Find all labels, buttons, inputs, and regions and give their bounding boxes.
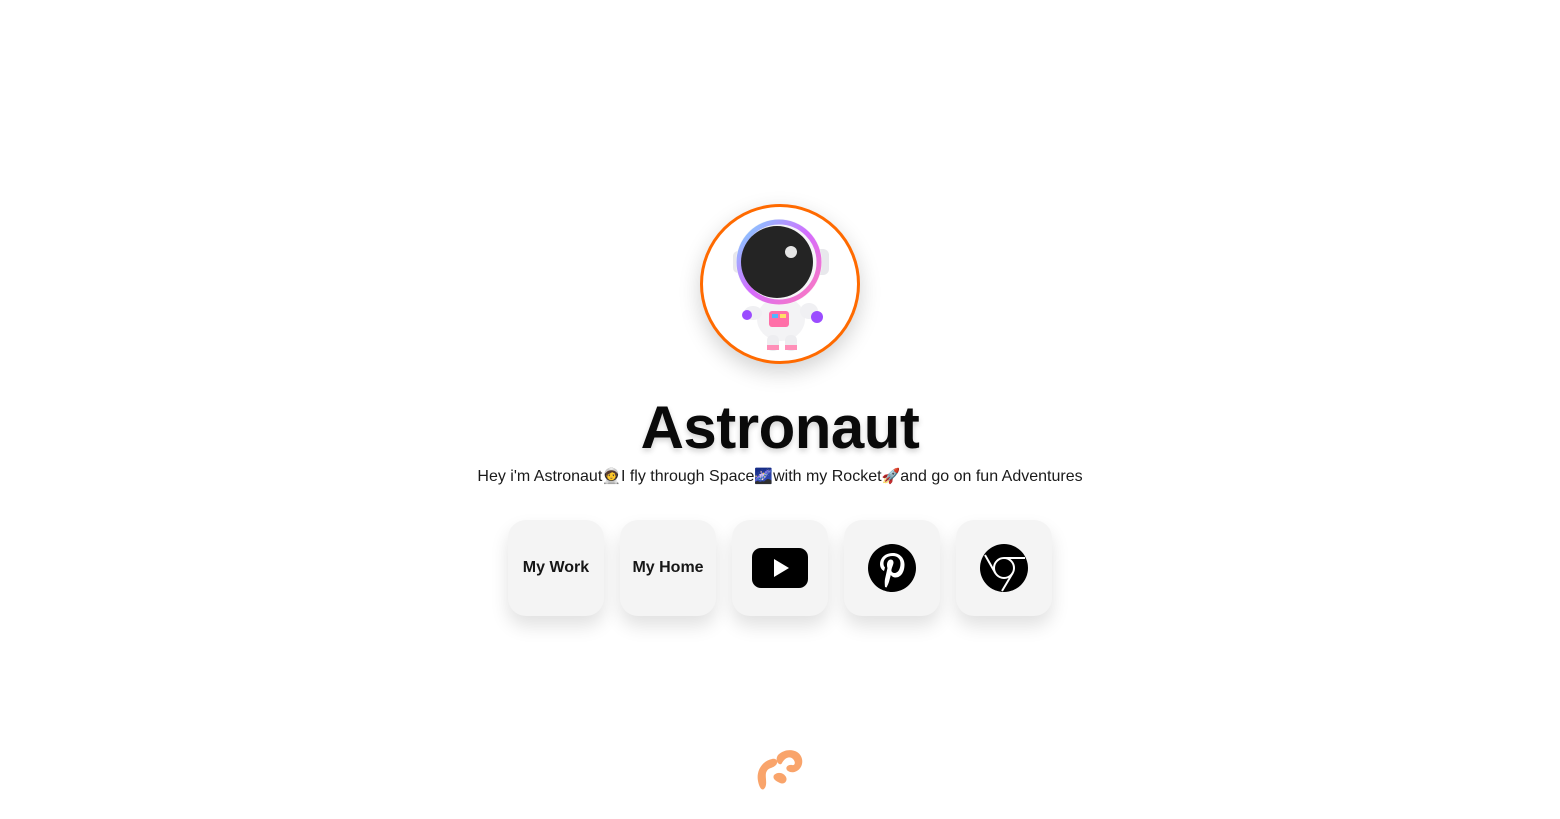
footer-logo[interactable] xyxy=(754,745,806,793)
youtube-button[interactable] xyxy=(732,520,828,616)
astronaut-avatar-icon xyxy=(733,219,829,351)
pinterest-icon xyxy=(868,544,916,592)
link-buttons: My Work My Home xyxy=(508,520,1052,616)
bio-text-1: Hey i'm Astronaut xyxy=(477,468,603,485)
brand-logo-icon xyxy=(757,750,803,790)
bio-text-2: I fly through Space xyxy=(620,468,755,485)
rocket-emoji: 🚀 xyxy=(881,467,901,485)
my-home-button[interactable]: My Home xyxy=(620,520,716,616)
bio-text-4: and go on fun Adventures xyxy=(900,468,1083,485)
galaxy-emoji: 🌌 xyxy=(754,467,774,485)
chrome-icon xyxy=(980,544,1028,592)
profile-bio: Hey i'm Astronaut🧑‍🚀I fly through Space🌌… xyxy=(0,465,1560,488)
astronaut-emoji: 🧑‍🚀 xyxy=(602,467,621,485)
avatar xyxy=(700,204,860,364)
my-work-button[interactable]: My Work xyxy=(508,520,604,616)
chrome-button[interactable] xyxy=(956,520,1052,616)
pinterest-button[interactable] xyxy=(844,520,940,616)
profile-name: Astronaut xyxy=(640,394,920,461)
youtube-icon xyxy=(752,548,808,588)
bio-text-3: with my Rocket xyxy=(773,468,882,485)
profile-page: Astronaut Hey i'm Astronaut🧑‍🚀I fly thro… xyxy=(0,0,1560,819)
